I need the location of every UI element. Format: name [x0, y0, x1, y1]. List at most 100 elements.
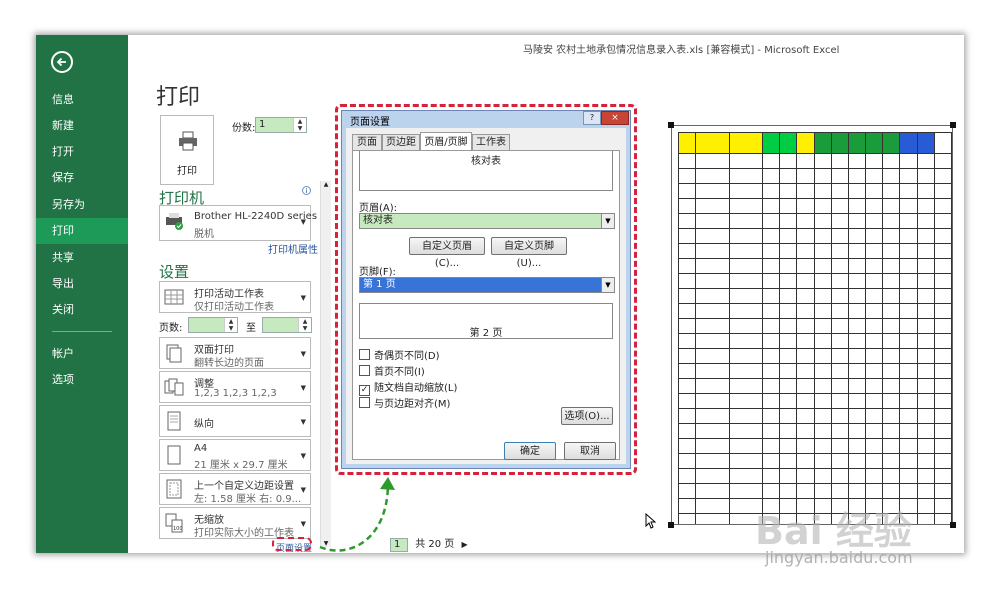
setting-duplex[interactable]: 双面打印 翻转长边的页面 ▼ — [159, 337, 311, 369]
setting-margins[interactable]: 上一个自定义边距设置 左: 1.58 厘米 右: 0.9... ▼ — [159, 473, 311, 505]
table-cell — [813, 132, 832, 154]
table-cell — [761, 393, 781, 409]
table-cell — [847, 378, 867, 394]
table-cell — [695, 498, 730, 514]
nav-account[interactable]: 帐户 — [36, 341, 128, 367]
table-cell — [916, 228, 935, 244]
table-cell — [796, 318, 815, 334]
margin-handle[interactable] — [950, 122, 956, 128]
pages-to-value[interactable] — [263, 318, 298, 332]
nav-export[interactable]: 导出 — [36, 271, 128, 297]
table-cell — [899, 363, 918, 379]
table-cell — [695, 363, 730, 379]
table-cell — [933, 498, 952, 514]
table-cell — [882, 183, 901, 199]
table-row — [677, 168, 952, 184]
back-arrow-icon[interactable] — [51, 51, 73, 73]
setting-collate[interactable]: 调整 1,2,3 1,2,3 1,2,3 ▼ — [159, 371, 311, 403]
table-row — [677, 348, 952, 364]
margin-handle[interactable] — [950, 522, 956, 528]
table-row — [677, 153, 952, 169]
table-cell — [761, 408, 781, 424]
chevron-down-icon: ▼ — [300, 350, 306, 358]
table-cell — [847, 228, 867, 244]
setting-scaling[interactable]: 100 无缩放 打印实际大小的工作表 ▼ — [159, 507, 311, 539]
pages-to-stepper[interactable]: ▲ ▼ — [262, 317, 312, 333]
pages-from-value[interactable] — [189, 318, 224, 332]
printer-select[interactable]: Brother HL-2240D series 脱机 ▼ — [159, 205, 317, 241]
nav-options[interactable]: 选项 — [36, 367, 128, 393]
table-cell — [916, 378, 935, 394]
table-cell — [916, 183, 935, 199]
table-cell — [728, 438, 763, 454]
printer-properties-link[interactable]: 打印机属性 — [268, 241, 318, 256]
table-cell — [695, 438, 730, 454]
table-cell — [882, 468, 901, 484]
setting-print-what[interactable]: 打印活动工作表 仅打印活动工作表 ▼ — [159, 281, 311, 313]
setting-paper-size[interactable]: A4 21 厘米 x 29.7 厘米 ▼ — [159, 439, 311, 471]
table-cell — [830, 453, 849, 469]
nav-print[interactable]: 打印 — [36, 218, 128, 244]
margin-handle[interactable] — [668, 522, 674, 528]
table-cell — [933, 348, 952, 364]
margin-handle[interactable] — [668, 122, 674, 128]
table-cell — [847, 393, 867, 409]
setting-line2: 21 厘米 x 29.7 厘米 — [194, 460, 288, 471]
info-icon[interactable] — [302, 186, 311, 195]
table-cell — [933, 333, 952, 349]
table-cell — [865, 168, 884, 184]
pages-from-stepper[interactable]: ▲ ▼ — [188, 317, 238, 333]
table-cell — [933, 273, 952, 289]
table-row — [677, 408, 952, 424]
table-cell — [847, 213, 867, 229]
table-cell — [899, 393, 918, 409]
nav-info[interactable]: 信息 — [36, 87, 128, 113]
current-page-input[interactable]: 1 — [390, 538, 408, 552]
table-cell — [761, 453, 781, 469]
print-button[interactable]: 打印 — [160, 115, 214, 185]
copies-value[interactable]: 1 — [256, 118, 293, 132]
copies-stepper[interactable]: 1 ▲ ▼ — [255, 117, 307, 133]
table-cell — [796, 438, 815, 454]
table-cell — [813, 348, 832, 364]
table-cell — [830, 468, 849, 484]
table-cell — [728, 213, 763, 229]
spin-arrows-icon[interactable]: ▲ ▼ — [224, 318, 237, 332]
nav-close[interactable]: 关闭 — [36, 297, 128, 323]
spin-arrows-icon[interactable]: ▲ ▼ — [298, 318, 311, 332]
setting-orientation[interactable]: 纵向 ▼ — [159, 405, 311, 437]
table-cell — [916, 363, 935, 379]
table-cell — [779, 423, 798, 439]
table-cell — [695, 153, 730, 169]
nav-new[interactable]: 新建 — [36, 113, 128, 139]
table-cell — [899, 258, 918, 274]
table-cell — [728, 198, 763, 214]
table-cell — [830, 333, 849, 349]
table-cell — [761, 258, 781, 274]
printer-icon — [166, 213, 183, 230]
table-cell — [813, 483, 832, 499]
chevron-down-icon: ▼ — [300, 384, 306, 392]
table-cell — [882, 378, 901, 394]
table-cell — [847, 132, 867, 154]
nav-save[interactable]: 保存 — [36, 165, 128, 191]
table-cell — [899, 288, 918, 304]
nav-open[interactable]: 打开 — [36, 139, 128, 165]
sidebar-divider — [52, 331, 112, 332]
table-cell — [695, 213, 730, 229]
next-page-icon[interactable]: ▶ — [461, 540, 467, 549]
table-cell — [695, 303, 730, 319]
table-cell — [695, 453, 730, 469]
nav-save-as[interactable]: 另存为 — [36, 192, 128, 218]
table-cell — [779, 393, 798, 409]
table-cell — [865, 423, 884, 439]
spin-arrows-icon[interactable]: ▲ ▼ — [293, 118, 306, 132]
table-cell — [813, 363, 832, 379]
table-cell — [830, 318, 849, 334]
table-cell — [882, 423, 901, 439]
excel-window: 马陵安 农村土地承包情况信息录入表.xls [兼容模式] - Microsoft… — [36, 35, 964, 553]
scroll-up-icon[interactable]: ▲ — [321, 181, 331, 188]
table-row — [677, 483, 952, 499]
nav-share[interactable]: 共享 — [36, 245, 128, 271]
setting-line1: 纵向 — [194, 419, 214, 430]
